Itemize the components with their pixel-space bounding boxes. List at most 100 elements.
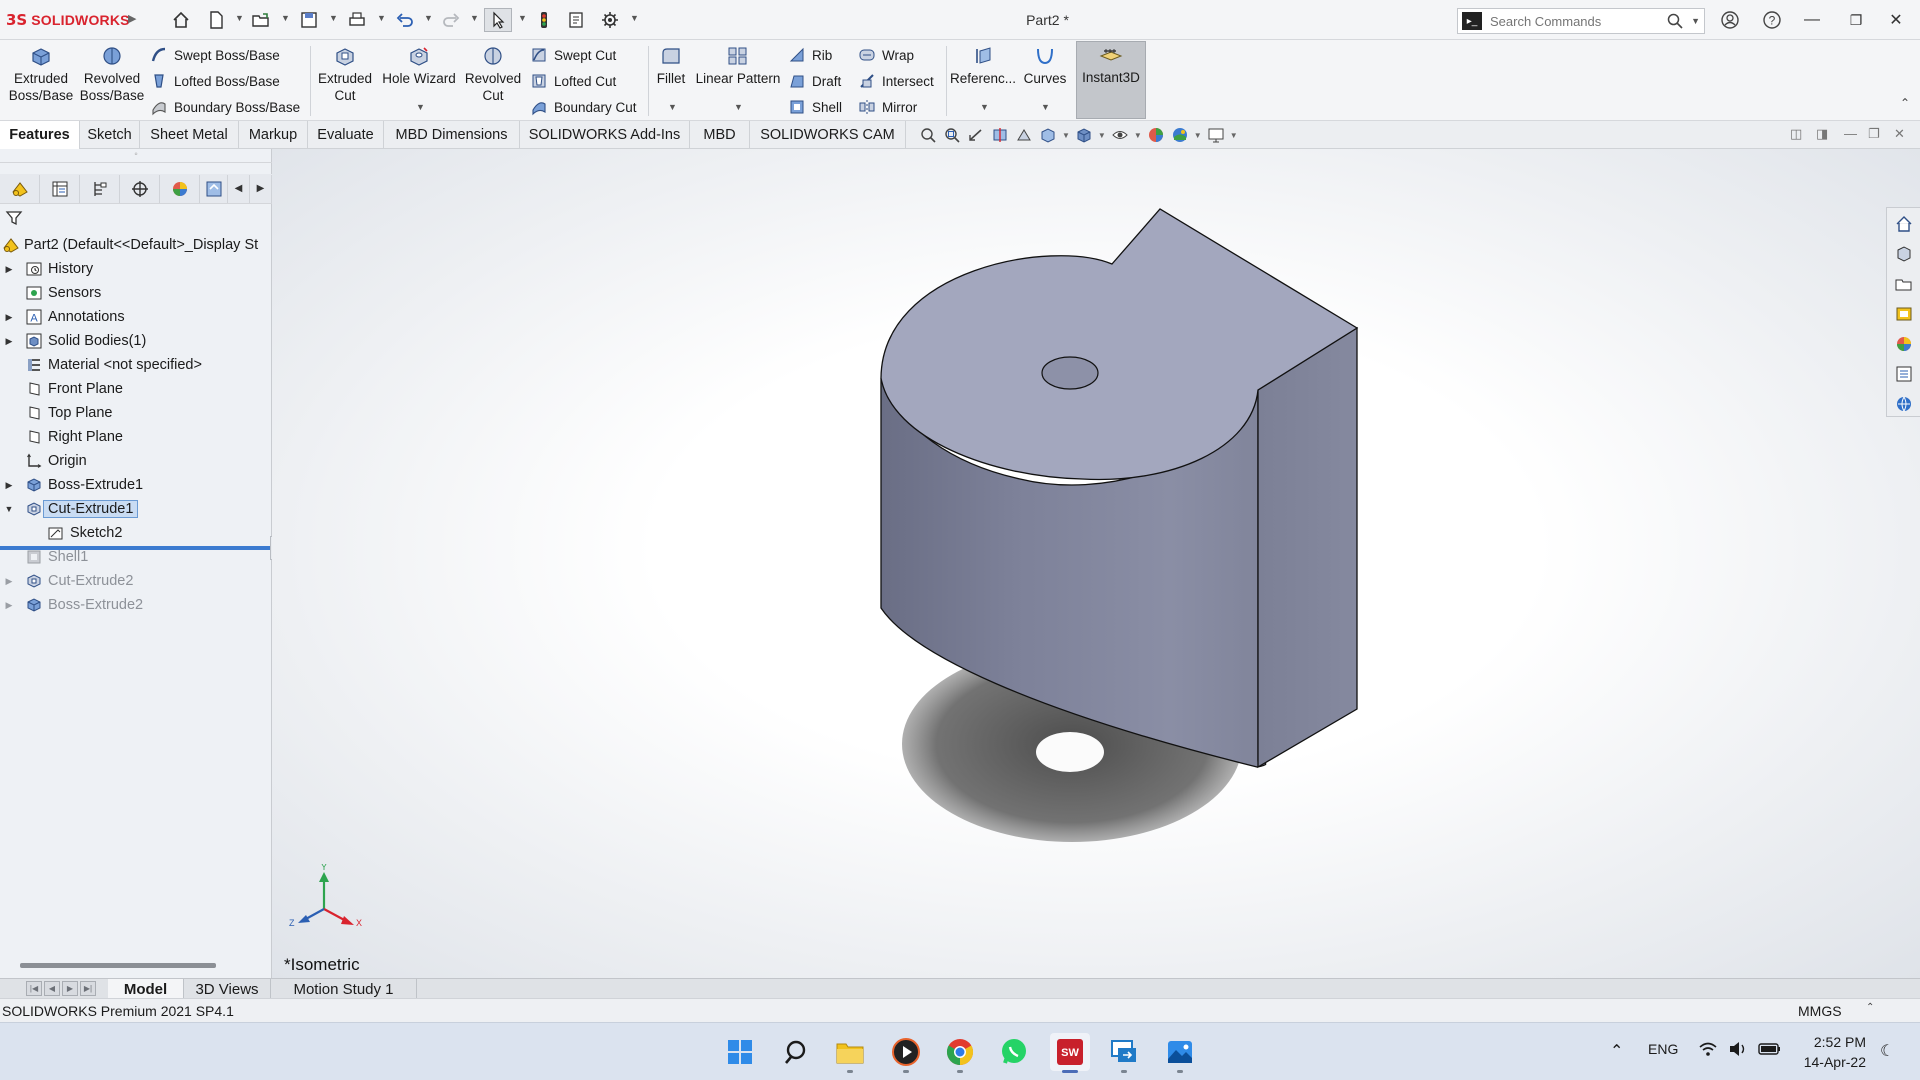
minimize-icon[interactable]: — [1798,8,1826,32]
view-palette-icon[interactable] [1889,300,1919,328]
search-commands[interactable]: ▸_ ▼ [1457,8,1705,34]
linear-pattern-dropdown-icon[interactable]: ▼ [734,102,743,112]
tab-solidworks-cam[interactable]: SOLIDWORKS CAM [750,121,906,149]
panel-splitter-grip[interactable]: ◦ [0,149,272,163]
help-icon[interactable]: ? [1758,8,1786,32]
extruded-boss-button[interactable]: Extruded Boss/Base [8,44,74,104]
lofted-boss-button[interactable]: Lofted Boss/Base [150,70,280,92]
previous-view-icon[interactable] [966,125,986,145]
tree-item-boss-extrude2[interactable]: ▶ Boss-Extrude2 [0,593,272,617]
wifi-icon[interactable] [1698,1041,1718,1060]
input-language[interactable]: ENG [1648,1041,1678,1057]
property-manager-tab[interactable] [40,174,80,203]
view-settings-dropdown-icon[interactable]: ▼ [1230,131,1238,140]
file-explorer-taskbar-icon[interactable] [830,1033,870,1073]
chrome-browser-icon[interactable] [940,1033,980,1073]
search-icon[interactable] [1666,12,1684,33]
model-side-face[interactable] [1257,326,1358,769]
options-gear-icon[interactable] [598,8,622,32]
home-icon[interactable] [168,8,194,32]
tab-sketch[interactable]: Sketch [80,121,140,149]
tab-next-icon[interactable]: ▶ [62,981,78,996]
tree-item-right-plane[interactable]: Right Plane [0,425,272,449]
tree-root-part[interactable]: Part2 (Default<<Default>_Display St [0,233,272,257]
media-player-icon[interactable] [886,1033,926,1073]
doc-tile-left-icon[interactable]: ◫ [1790,126,1802,142]
shell-button[interactable]: Shell [788,96,842,118]
hide-show-dropdown-icon[interactable]: ▼ [1134,131,1142,140]
tab-features[interactable]: Features [0,121,80,149]
tab-solidworks-add-ins[interactable]: SOLIDWORKS Add-Ins [520,121,690,149]
dynamic-annotation-icon[interactable] [1014,125,1034,145]
tree-expand-icon[interactable]: ▼ [4,504,14,514]
graphics-area[interactable]: Y X Z *Isometric [272,149,1920,978]
solidworks-resources-icon[interactable] [1889,210,1919,238]
tab-mbd-dimensions[interactable]: MBD Dimensions [384,121,520,149]
volume-icon[interactable] [1728,1041,1748,1060]
boundary-boss-button[interactable]: Boundary Boss/Base [150,96,300,118]
tree-expand-icon[interactable]: ▶ [4,336,14,347]
rollback-bar[interactable] [0,546,270,550]
swept-cut-button[interactable]: Swept Cut [530,44,616,66]
edit-appearance-icon[interactable] [1146,125,1166,145]
extruded-cut-button[interactable]: Extruded Cut [312,44,378,104]
tab-motion-study-1[interactable]: Motion Study 1 [271,979,417,999]
tab-3d-views[interactable]: 3D Views [184,979,271,999]
search-input[interactable] [1490,13,1660,29]
redo-icon[interactable] [438,8,464,32]
panel-horizontal-scrollbar[interactable] [20,963,216,968]
battery-icon[interactable] [1758,1041,1782,1060]
tree-expand-icon[interactable]: ▶ [4,576,14,587]
unit-system-selector[interactable]: MMGS [1798,1003,1842,1019]
tab-sheet-metal[interactable]: Sheet Metal [140,121,239,149]
tree-item-annotations[interactable]: ▶ A Annotations [0,305,272,329]
tree-item-boss-extrude1[interactable]: ▶ Boss-Extrude1 [0,473,272,497]
solidworks-forum-icon[interactable] [1889,390,1919,418]
tree-item-history[interactable]: ▶ History [0,257,272,281]
draft-button[interactable]: Draft [788,70,841,92]
close-icon[interactable]: ✕ [1882,8,1910,32]
doc-tile-right-icon[interactable]: ◨ [1816,126,1828,142]
view-orientation-icon[interactable] [1038,125,1058,145]
panel-tabs-scroll-right-icon[interactable]: ▶ [250,174,272,203]
apply-scene-dropdown-icon[interactable]: ▼ [1194,131,1202,140]
model-hole[interactable] [1041,356,1099,390]
photos-icon[interactable] [1160,1033,1200,1073]
redo-dropdown-icon[interactable]: ▼ [470,13,479,23]
restore-icon[interactable]: ❐ [1842,8,1870,32]
tree-expand-icon[interactable]: ▶ [4,264,14,275]
doc-minimize-icon[interactable]: — [1844,126,1857,141]
intersect-button[interactable]: Intersect [858,70,934,92]
open-dropdown-icon[interactable]: ▼ [281,13,290,23]
start-windows-icon[interactable] [720,1033,760,1071]
tree-expand-icon[interactable]: ▶ [4,480,14,491]
tree-item-top-plane[interactable]: Top Plane [0,401,272,425]
undo-icon[interactable] [392,8,418,32]
remote-desktop-icon[interactable] [1104,1033,1144,1073]
print-icon[interactable] [344,8,370,32]
undo-dropdown-icon[interactable]: ▼ [424,13,433,23]
zoom-to-area-icon[interactable] [942,125,962,145]
tree-item-front-plane[interactable]: Front Plane [0,377,272,401]
tab-first-icon[interactable]: |◀ [26,981,42,996]
tab-model[interactable]: Model [108,979,184,999]
curves-dropdown-icon[interactable]: ▼ [1041,102,1050,112]
doc-close-icon[interactable]: ✕ [1894,126,1905,142]
revolved-boss-button[interactable]: Revolved Boss/Base [78,44,146,104]
new-dropdown-icon[interactable]: ▼ [235,13,244,23]
curves-button[interactable]: Curves [1020,44,1070,87]
display-manager-tab[interactable] [160,174,200,203]
section-view-icon[interactable] [990,125,1010,145]
panel-tabs-scroll-left-icon[interactable]: ◀ [228,174,250,203]
design-library-icon[interactable] [1889,240,1919,268]
print-dropdown-icon[interactable]: ▼ [377,13,386,23]
open-folder-icon[interactable] [248,8,274,32]
view-settings-icon[interactable] [1206,125,1226,145]
tree-item-solid-bodies-1[interactable]: ▶ Solid Bodies(1) [0,329,272,353]
view-orientation-dropdown-icon[interactable]: ▼ [1062,131,1070,140]
search-dropdown-icon[interactable]: ▼ [1691,16,1700,26]
tray-overflow-icon[interactable]: ⌃ [1610,1041,1623,1061]
configuration-manager-tab[interactable] [80,174,120,203]
units-menu-icon[interactable]: ⌃ [1866,1002,1874,1013]
file-explorer-icon[interactable] [1889,270,1919,298]
